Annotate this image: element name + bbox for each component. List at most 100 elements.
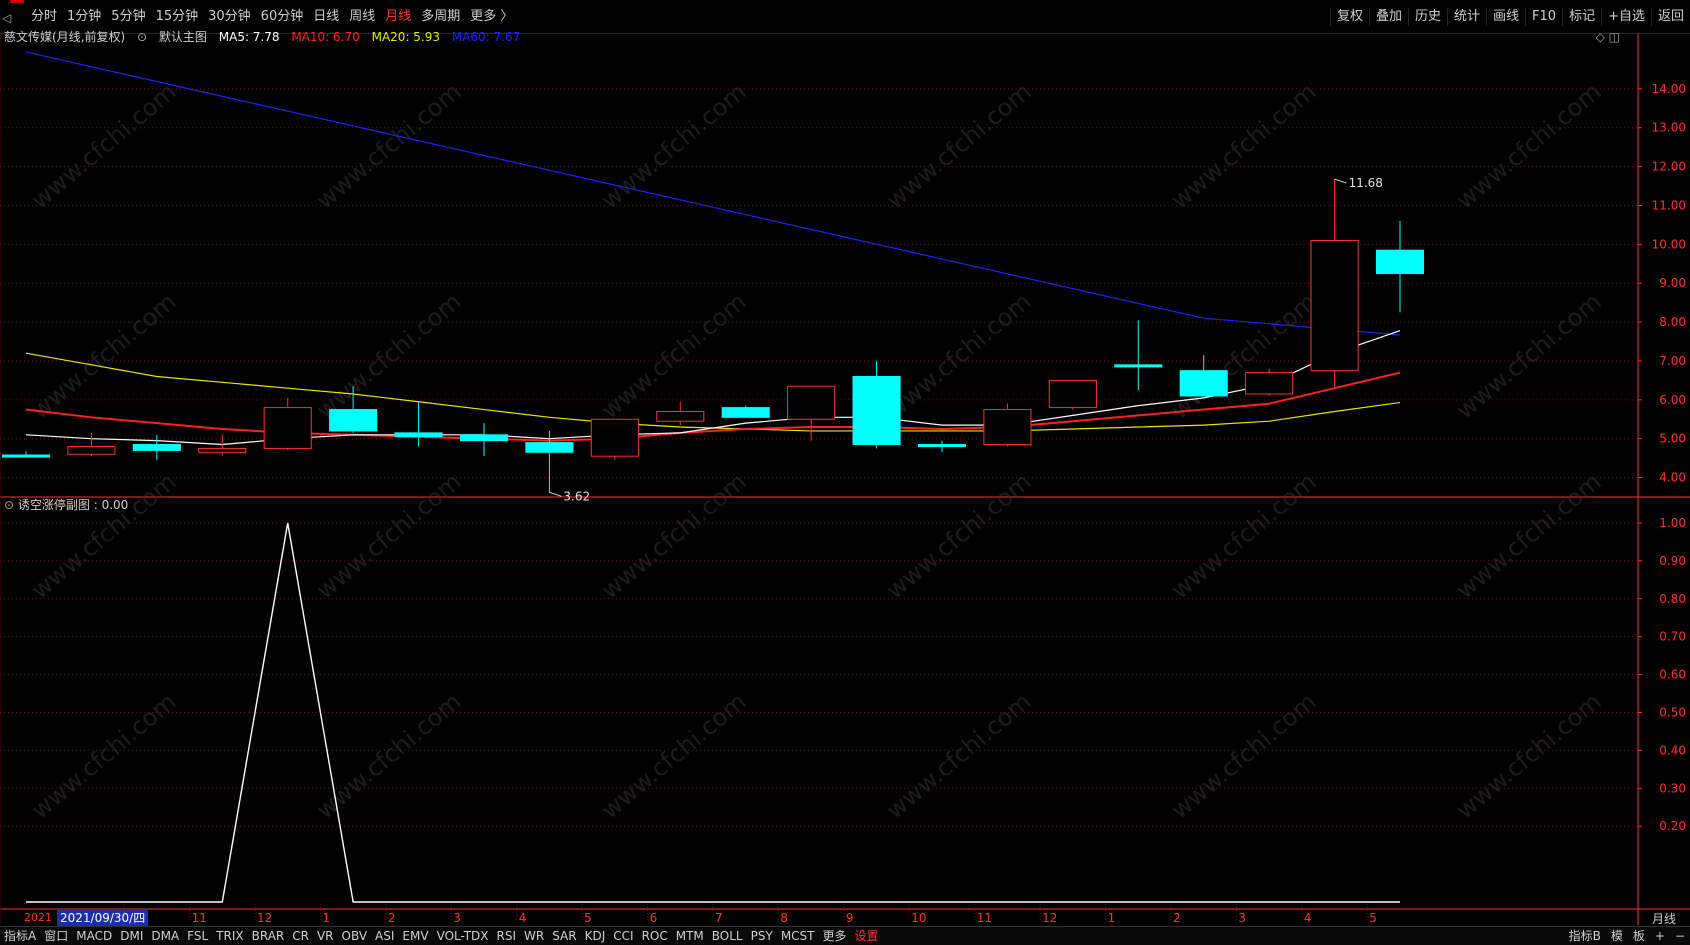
y-tick-label: 0.50 (1659, 705, 1686, 719)
indicator-bar: 指标A 窗口 MACD DMI DMA FSL TRIX BRAR CR VR OBV ASI EMV V… (0, 926, 1690, 945)
x-tick-label: 12 (257, 911, 272, 925)
watermark: www.cfchi.com (596, 287, 752, 424)
indicator-tab[interactable]: PSY (747, 927, 777, 945)
x-tick-label: 4 (519, 911, 527, 925)
indicator-tab[interactable]: 设置 (851, 927, 883, 945)
y-tick-label: 14.00 (1652, 82, 1686, 96)
candle-body (329, 409, 378, 432)
indicator-tab[interactable]: ROC (638, 927, 672, 945)
y-tick-label: 0.80 (1659, 592, 1686, 606)
indicator-tab[interactable]: 窗口 (40, 927, 72, 945)
indicator-bar-button[interactable]: + (1650, 927, 1670, 945)
candle-body (394, 432, 443, 438)
y-tick-label: 1.00 (1659, 516, 1686, 530)
watermark: www.cfchi.com (26, 77, 182, 214)
annotation-pointer (549, 491, 562, 497)
x-tick-label: 11 (977, 911, 992, 925)
indicator-tab[interactable]: VOL-TDX (433, 927, 493, 945)
indicator-tab[interactable]: MCST (777, 927, 819, 945)
watermark: www.cfchi.com (881, 77, 1037, 214)
watermark: www.cfchi.com (596, 467, 752, 604)
watermark: www.cfchi.com (1166, 287, 1322, 424)
selected-date: 2021/09/30/四 (57, 910, 149, 926)
x-tick-label: 11 (192, 911, 207, 925)
indicator-tab[interactable]: CCI (609, 927, 637, 945)
kline-chart[interactable]: 4.005.006.007.008.009.0010.0011.0012.001… (0, 0, 1690, 945)
y-tick-label: 11.00 (1652, 198, 1686, 212)
indicator-bar-button[interactable]: 指标B (1564, 927, 1606, 945)
candle-body (656, 410, 705, 422)
x-tick-label: 10 (911, 911, 926, 925)
watermark: www.cfchi.com (311, 287, 467, 424)
annotation-label: 11.68 (1349, 176, 1383, 190)
y-tick-label: 0.70 (1659, 630, 1686, 644)
indicator-tab[interactable]: DMA (147, 927, 183, 945)
watermark: www.cfchi.com (26, 467, 182, 604)
indicator-tab[interactable]: OBV (338, 927, 372, 945)
candle-body (721, 407, 770, 418)
y-tick-label: 12.00 (1652, 160, 1686, 174)
watermark: www.cfchi.com (881, 467, 1037, 604)
watermark: www.cfchi.com (1451, 467, 1607, 604)
y-tick-label: 0.30 (1659, 781, 1686, 795)
indicator-tab[interactable]: 指标A (0, 927, 40, 945)
indicator-tab[interactable]: ASI (371, 927, 398, 945)
indicator-tab[interactable]: BRAR (248, 927, 289, 945)
period-label: 月线 (1651, 912, 1676, 926)
candle-body (590, 418, 639, 457)
indicator-tab[interactable]: WR (520, 927, 548, 945)
x-tick-label: 6 (650, 911, 658, 925)
x-tick-label: 9 (846, 911, 854, 925)
watermark: www.cfchi.com (26, 687, 182, 824)
indicator-tab[interactable]: BOLL (708, 927, 747, 945)
indicator-tab[interactable]: VR (313, 927, 338, 945)
indicator-tab[interactable]: MTM (672, 927, 708, 945)
indicator-tab[interactable]: EMV (398, 927, 432, 945)
x-tick-label: 5 (584, 911, 592, 925)
annotation-pointer (1334, 178, 1347, 184)
x-tick-label: 1 (322, 911, 330, 925)
candle-body (1114, 364, 1163, 368)
y-tick-label: 5.00 (1659, 432, 1686, 446)
candle-body (67, 445, 116, 455)
y-tick-label: 10.00 (1652, 237, 1686, 251)
indicator-tab[interactable]: FSL (183, 927, 212, 945)
indicator-tab[interactable]: CR (288, 927, 313, 945)
candle-body (459, 434, 509, 442)
indicator-tab[interactable]: KDJ (581, 927, 610, 945)
candle-body (198, 447, 247, 453)
watermark: www.cfchi.com (1166, 77, 1322, 214)
watermark: www.cfchi.com (1166, 467, 1322, 604)
y-tick-label: 6.00 (1659, 393, 1686, 407)
watermark: www.cfchi.com (596, 77, 752, 214)
indicator-bar-button[interactable]: 模 (1606, 927, 1628, 945)
indicator-tab[interactable]: RSI (493, 927, 521, 945)
y-tick-label: 4.00 (1659, 471, 1686, 485)
indicator-tab[interactable]: DMI (116, 927, 147, 945)
candle-body (1245, 372, 1294, 395)
y-tick-label: 13.00 (1652, 121, 1686, 135)
x-tick-label: 4 (1304, 911, 1312, 925)
indicator-tab[interactable]: TRIX (212, 927, 247, 945)
indicator-bar-button[interactable]: − (1670, 927, 1690, 945)
watermark: www.cfchi.com (1166, 687, 1322, 824)
candle-body (525, 442, 574, 453)
indicator-tab[interactable]: 更多 (819, 927, 851, 945)
candle-body (983, 409, 1032, 446)
y-tick-label: 0.60 (1659, 668, 1686, 682)
candle-body (1048, 379, 1097, 409)
x-tick-label: 7 (715, 911, 723, 925)
x-tick-label: 2 (1173, 911, 1181, 925)
watermark: www.cfchi.com (311, 687, 467, 824)
indicator-tab[interactable]: SAR (548, 927, 580, 945)
y-tick-label: 7.00 (1659, 354, 1686, 368)
candle-body (1179, 370, 1228, 397)
watermark: www.cfchi.com (311, 467, 467, 604)
x-tick-label: 1 (1108, 911, 1116, 925)
watermark: www.cfchi.com (596, 687, 752, 824)
candle-body (917, 444, 967, 448)
candle-body (132, 444, 181, 451)
indicator-tab[interactable]: MACD (72, 927, 116, 945)
watermark: www.cfchi.com (1451, 287, 1607, 424)
indicator-bar-button[interactable]: 板 (1628, 927, 1650, 945)
